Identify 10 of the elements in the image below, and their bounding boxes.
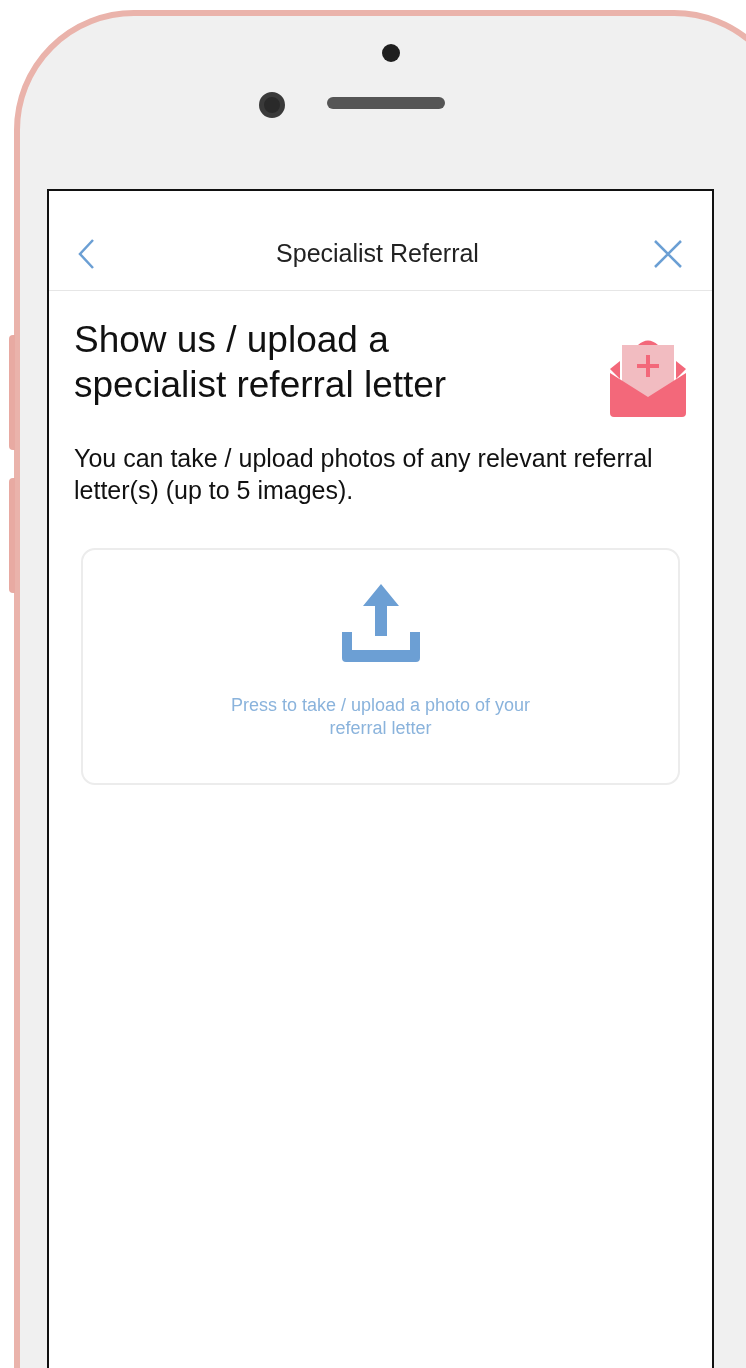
upload-icon bbox=[340, 584, 421, 664]
upload-card[interactable]: Press to take / upload a photo of your referral letter bbox=[81, 548, 680, 785]
description-text: You can take / upload photos of any relevant referral letter(s) (up to 5 images). bbox=[73, 443, 654, 506]
envelope-letter-icon bbox=[608, 339, 688, 417]
nav-title: Specialist Referral bbox=[276, 237, 479, 269]
chevron-left-icon bbox=[77, 237, 95, 270]
page-heading: Show us / upload a specialist referral letter bbox=[74, 318, 448, 407]
close-icon bbox=[653, 238, 683, 269]
camera-lens bbox=[259, 92, 285, 118]
close-button[interactable] bbox=[652, 237, 684, 270]
